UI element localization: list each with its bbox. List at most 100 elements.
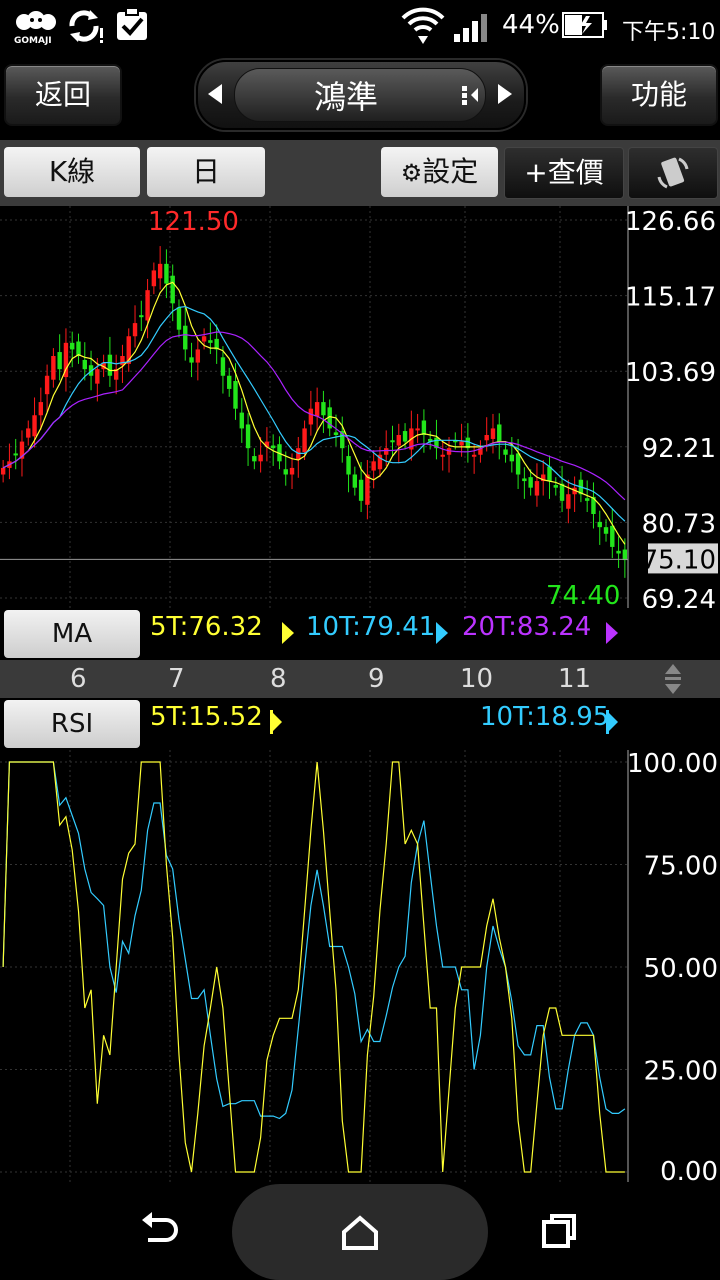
candle-body (82, 359, 87, 370)
month-label: 10 (460, 664, 494, 694)
quote-button[interactable]: +查價 (504, 147, 624, 199)
candle-body (201, 336, 207, 342)
next-stock-icon[interactable] (496, 82, 514, 110)
rsi10-value: 10T:18.95 (480, 702, 610, 732)
ma5-value: 5T:76.32 (150, 612, 263, 642)
wifi-icon (400, 4, 446, 52)
ma-row: MA 5T:76.32 10T:79.41 20T:83.24 (0, 608, 628, 660)
rsi-chart[interactable]: 100.00 75.00 50.00 25.00 0.00 (0, 750, 720, 1182)
month-label: 11 (558, 664, 592, 694)
candle-body (283, 469, 288, 475)
rsi5-up-icon (268, 708, 284, 740)
candle-body (145, 290, 150, 321)
candle-body (333, 432, 339, 436)
stock-selector: 鴻準 (196, 60, 526, 130)
candle-body (107, 354, 113, 376)
price-y-tick: 92.21 (642, 434, 716, 464)
candle-body (252, 456, 257, 462)
rotate-icon (657, 157, 689, 189)
system-nav-bar (0, 1182, 720, 1280)
app-header: 返回 鴻準 功能 (0, 52, 720, 138)
price-chart[interactable]: 126.66 115.17 103.69 92.21 80.73 69.24 121.50 7… (0, 206, 720, 608)
candle-body (151, 270, 157, 287)
price-y-tick: 69.24 (642, 585, 716, 608)
function-button[interactable]: 功能 (600, 64, 718, 126)
candle-body (38, 402, 44, 416)
ma5-down-icon (280, 620, 296, 650)
candle-body (597, 521, 602, 528)
battery-percent: 44% (502, 10, 560, 40)
candle-body (139, 315, 144, 318)
rsi10-up-icon (604, 708, 620, 740)
candle-body (566, 494, 571, 509)
period-button[interactable]: 日 (147, 147, 265, 197)
clipboard-check-icon (114, 6, 152, 48)
candle-body (471, 454, 477, 457)
rsi-row: RSI 5T:15.52 10T:18.95 (0, 698, 628, 750)
month-label: 9 (368, 664, 385, 694)
candle-body (0, 467, 6, 475)
candle-body (484, 435, 489, 441)
resize-handle-icon[interactable] (662, 662, 684, 700)
rsi-y-tick: 0.00 (660, 1157, 718, 1182)
prev-stock-icon[interactable] (206, 82, 224, 110)
candle-body (183, 325, 188, 350)
home-icon (342, 1215, 378, 1250)
candle-body (396, 435, 401, 446)
back-button[interactable]: 返回 (4, 64, 122, 126)
candle-body (51, 356, 56, 380)
candle-body (497, 424, 502, 442)
candle-body (390, 440, 395, 443)
chart-toolbar: K線 日 ⚙設定 +查價 (0, 140, 720, 206)
candle-body (70, 342, 75, 350)
candle-body (302, 428, 307, 453)
candle-body (515, 453, 521, 475)
price-plot-bg (0, 206, 628, 608)
candle-body (584, 498, 590, 501)
candle-body (365, 474, 370, 505)
candle-body (421, 420, 427, 436)
kline-button[interactable]: K線 (4, 147, 140, 197)
candle-body (490, 428, 496, 439)
ma20-down-icon (604, 620, 620, 650)
stock-menu-icon[interactable] (460, 84, 480, 110)
candle-body (553, 485, 558, 488)
candle-body (157, 263, 163, 279)
candle-body (603, 527, 609, 534)
rotate-screen-button[interactable] (628, 147, 718, 199)
month-label: 8 (270, 664, 287, 694)
candle-body (610, 525, 615, 547)
rsi-y-tick: 75.00 (644, 852, 718, 882)
rsi-y-tick: 50.00 (644, 954, 718, 984)
battery-icon (562, 12, 608, 42)
candle-body (534, 481, 540, 496)
candle-body (321, 402, 326, 416)
candle-body (622, 549, 628, 561)
settings-button[interactable]: ⚙設定 (381, 147, 498, 197)
rsi-plot-bg (0, 750, 628, 1182)
price-y-tick: 80.73 (642, 509, 716, 539)
home-nav-pill[interactable] (232, 1184, 488, 1280)
ma-button[interactable]: MA (4, 610, 140, 658)
candle-body (616, 550, 621, 554)
candle-body (289, 467, 295, 475)
candle-body (132, 323, 138, 337)
candle-body (13, 453, 18, 456)
stock-title[interactable]: 鴻準 (234, 72, 458, 118)
candle-body (296, 448, 301, 461)
price-y-tick: 126.66 (625, 207, 716, 237)
recent-apps-icon[interactable] (540, 1212, 580, 1254)
candle-body (415, 428, 420, 431)
high-marker: 121.50 (148, 207, 239, 237)
clock: 下午5:10 (622, 20, 716, 45)
month-label: 7 (168, 664, 185, 694)
rsi-button[interactable]: RSI (4, 700, 140, 748)
candle-body (528, 477, 533, 488)
candle-body (189, 357, 194, 363)
candle-body (308, 408, 314, 425)
candle-body (384, 448, 389, 455)
candle-body (195, 349, 201, 363)
back-nav-icon[interactable] (140, 1212, 180, 1252)
candle-body (26, 428, 31, 438)
candle-body (270, 445, 276, 449)
